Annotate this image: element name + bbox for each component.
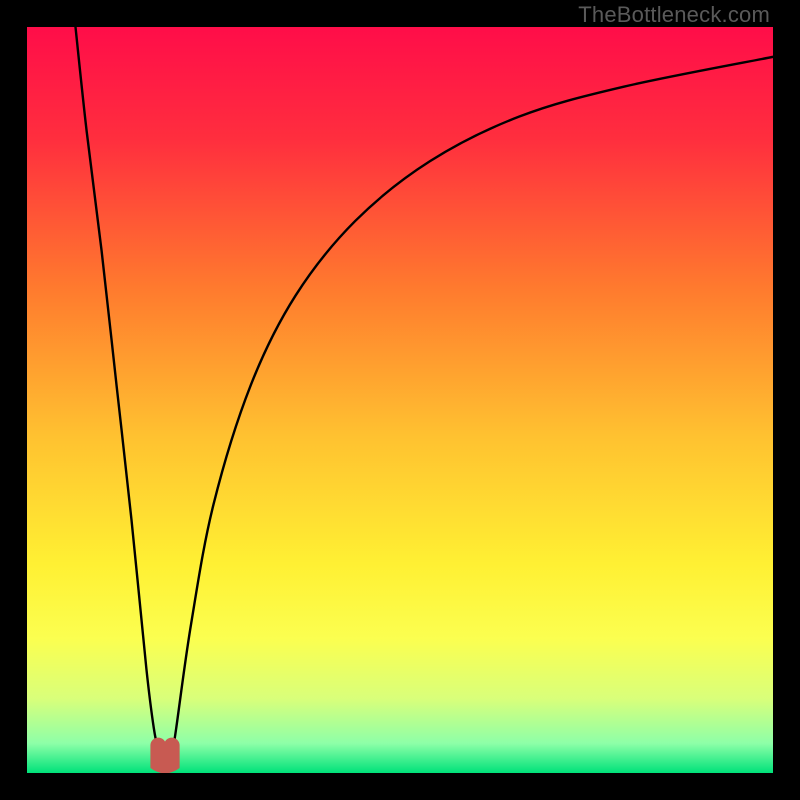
watermark-text: TheBottleneck.com (578, 2, 770, 28)
dip-marker-icon (151, 738, 179, 773)
chart-frame: TheBottleneck.com (0, 0, 800, 800)
chart-svg (27, 27, 773, 773)
gradient-background (27, 27, 773, 773)
plot-area (27, 27, 773, 773)
